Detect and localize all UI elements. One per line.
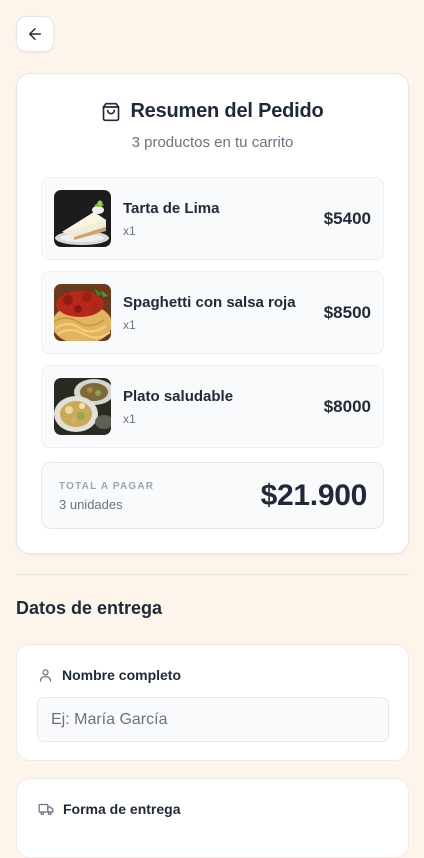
product-quantity: x1 (123, 412, 136, 426)
user-icon (39, 668, 52, 682)
name-input[interactable] (37, 697, 389, 742)
product-name: Plato saludable (123, 388, 234, 405)
truck-icon (38, 803, 54, 815)
delivery-method-card: Forma de entrega (16, 778, 409, 858)
healthy-dish-photo (54, 378, 111, 435)
product-item: Spaghetti con salsa roja x1 $8500 (41, 271, 384, 354)
product-item: Plato saludable x1 $8000 (41, 365, 384, 448)
total-units: 3 unidades (59, 497, 123, 512)
arrow-left-icon (29, 28, 41, 40)
product-quantity: x1 (123, 318, 136, 332)
lime-tart-photo (54, 190, 111, 247)
delivery-section-title: Datos de entrega (16, 598, 163, 618)
shopping-bag-icon (103, 102, 120, 121)
total-amount: $21.900 (260, 479, 368, 512)
delivery-method-label: Forma de entrega (63, 801, 181, 817)
back-button[interactable] (16, 16, 54, 52)
product-item: Tarta de Lima x1 $5400 (41, 177, 384, 260)
product-quantity: x1 (123, 224, 136, 238)
order-summary-card: Resumen del Pedido 3 productos en tu car… (16, 73, 409, 554)
product-name: Tarta de Lima (123, 200, 220, 217)
total-label: TOTAL A PAGAR (59, 481, 155, 492)
name-field-label-row: Nombre completo (38, 667, 181, 683)
product-name: Spaghetti con salsa roja (123, 294, 296, 311)
product-price: $8500 (323, 303, 371, 322)
spaghetti-photo (54, 284, 111, 341)
name-field-card: Nombre completo (16, 644, 409, 761)
total-box: TOTAL A PAGAR 3 unidades $21.900 (41, 462, 384, 529)
name-field-label: Nombre completo (62, 667, 182, 683)
product-price: $5400 (323, 209, 371, 228)
summary-title: Resumen del Pedido (130, 100, 324, 122)
summary-header: Resumen del Pedido (17, 100, 408, 123)
section-divider (16, 574, 409, 575)
delivery-method-label-row: Forma de entrega (38, 801, 180, 817)
summary-subtitle: 3 productos en tu carrito (131, 134, 294, 151)
product-price: $8000 (323, 397, 371, 416)
